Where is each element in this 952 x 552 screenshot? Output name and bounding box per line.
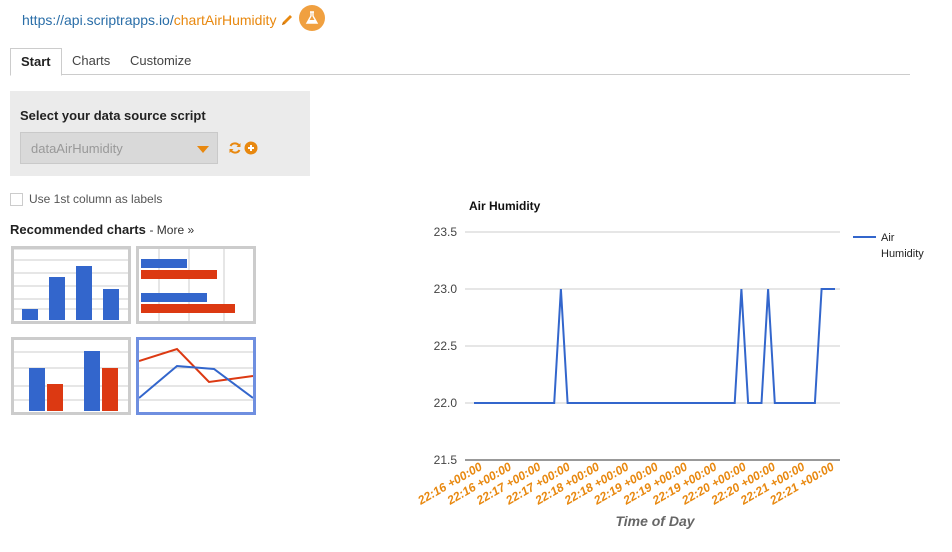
x-tick-label: 22:17 +00:00 [503, 459, 573, 508]
x-tick-label: 22:17 +00:00 [473, 459, 543, 508]
refresh-icon[interactable] [228, 141, 242, 160]
tab-charts[interactable]: Charts [62, 48, 120, 74]
legend-label: Air [881, 232, 895, 244]
use-first-column-option[interactable]: Use 1st column as labels [10, 192, 162, 206]
recommended-charts-title: Recommended charts [10, 222, 146, 237]
tab-start[interactable]: Start [10, 48, 62, 76]
datasource-selected-value: dataAirHumidity [31, 141, 123, 156]
tab-customize[interactable]: Customize [120, 48, 201, 74]
x-tick-label: 22:16 +00:00 [444, 459, 514, 508]
x-tick-label: 22:19 +00:00 [649, 459, 719, 508]
y-tick-label: 21.5 [434, 453, 458, 467]
x-tick-label: 22:21 +00:00 [737, 459, 807, 508]
use-first-column-label: Use 1st column as labels [29, 192, 163, 206]
x-tick-label: 22:19 +00:00 [620, 459, 690, 508]
grouped-column-chart-thumbnail[interactable] [11, 337, 131, 415]
url-base: https://api.scriptrapps.io/ [22, 12, 174, 28]
recommended-charts-heading: Recommended charts - More » [10, 222, 194, 237]
x-axis-title: Time of Day [615, 513, 695, 529]
use-first-column-checkbox[interactable] [10, 192, 23, 206]
datasource-panel: Select your data source script dataAirHu… [10, 91, 310, 176]
chart-title: Air Humidity [469, 199, 541, 213]
column-chart-thumbnail[interactable] [11, 246, 131, 324]
series-line [474, 288, 835, 404]
y-tick-label: 23.0 [434, 282, 458, 296]
more-charts-link[interactable]: - More » [149, 223, 194, 237]
url-script-name[interactable]: chartAirHumidity [174, 12, 277, 28]
datasource-title: Select your data source script [20, 108, 206, 123]
line-chart-thumbnail[interactable] [136, 337, 256, 415]
add-icon[interactable] [244, 141, 258, 160]
bar-chart-thumbnail[interactable] [136, 246, 256, 324]
script-url: https://api.scriptrapps.io/ chartAirHumi… [22, 10, 294, 30]
x-tick-label: 22:20 +00:00 [679, 459, 749, 508]
x-tick-label: 22:18 +00:00 [561, 459, 631, 508]
legend-label: Humidity [881, 248, 924, 260]
y-tick-label: 22.5 [434, 339, 458, 353]
datasource-select[interactable]: dataAirHumidity [20, 132, 218, 164]
x-tick-label: 22:19 +00:00 [591, 459, 661, 508]
x-tick-label: 22:18 +00:00 [532, 459, 602, 508]
flask-icon[interactable] [299, 5, 325, 31]
y-tick-label: 22.0 [434, 396, 458, 410]
x-tick-label: 22:16 +00:00 [415, 459, 485, 508]
pencil-icon[interactable] [280, 13, 294, 27]
dropdown-arrow-icon [197, 146, 209, 153]
y-tick-label: 23.5 [434, 225, 458, 239]
x-tick-label: 22:21 +00:00 [767, 459, 837, 508]
x-tick-label: 22:20 +00:00 [708, 459, 778, 508]
tab-bar: Start Charts Customize [10, 48, 910, 76]
